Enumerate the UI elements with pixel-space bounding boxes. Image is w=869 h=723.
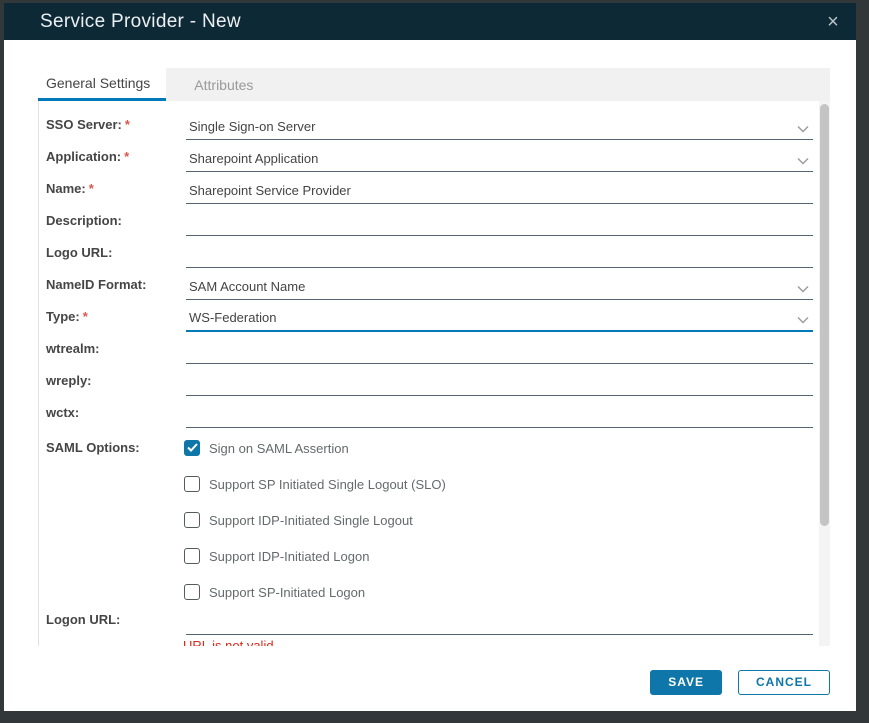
form-scroll-area: SSO Server:* Single Sign-on Server Appli…	[38, 101, 830, 646]
checkbox-checked	[184, 440, 200, 456]
checkbox-support-sp-initiated-logon[interactable]: Support SP-Initiated Logon	[184, 582, 365, 602]
field-label: Type:*	[46, 309, 88, 324]
chevron-down-icon	[797, 285, 809, 293]
chevron-down-icon	[797, 316, 809, 324]
wtrealm-input[interactable]	[186, 338, 813, 364]
dialog-title: Service Provider - New	[40, 11, 241, 33]
field-label: NameID Format:	[46, 277, 149, 292]
field-label: Name:*	[46, 181, 94, 196]
checkbox-unchecked	[184, 548, 200, 564]
field-label: Description:	[46, 213, 125, 228]
dialog-footer: SAVE CANCEL	[4, 669, 830, 695]
checkbox-unchecked	[184, 476, 200, 492]
form-row-wctx: wctx:	[39, 402, 830, 430]
tab-label: General Settings	[46, 75, 150, 91]
checkbox-support-idp-initiated-logon[interactable]: Support IDP-Initiated Logon	[184, 546, 369, 566]
logon-url-error-text: URL is not valid	[183, 638, 274, 646]
tab-label: Attributes	[194, 77, 253, 93]
checkbox-unchecked	[184, 584, 200, 600]
save-button[interactable]: SAVE	[650, 670, 722, 695]
required-asterisk: *	[89, 181, 94, 196]
form-row-description: Description:	[39, 210, 830, 238]
dialog-header: Service Provider - New ×	[4, 3, 856, 40]
logon-url-input[interactable]	[186, 609, 813, 635]
nameid-format-select[interactable]: SAM Account Name	[186, 274, 813, 300]
form-row-name: Name:* Sharepoint Service Provider	[39, 178, 830, 206]
chevron-down-icon	[797, 125, 809, 133]
checkbox-unchecked	[184, 512, 200, 528]
required-asterisk: *	[124, 149, 129, 164]
form-row-wreply: wreply:	[39, 370, 830, 398]
wreply-input[interactable]	[186, 370, 813, 396]
tab-bar: General Settings Attributes	[38, 68, 830, 101]
saml-options-label: SAML Options:	[46, 440, 140, 455]
form-row-nameid-format: NameID Format: SAM Account Name	[39, 274, 830, 302]
form-row-sso-server: SSO Server:* Single Sign-on Server	[39, 114, 830, 142]
tab-attributes[interactable]: Attributes	[180, 68, 267, 101]
form-row-logo-url: Logo URL:	[39, 242, 830, 270]
form-row-application: Application:* Sharepoint Application	[39, 146, 830, 174]
tab-general-settings[interactable]: General Settings	[38, 68, 166, 101]
required-asterisk: *	[83, 309, 88, 324]
checkbox-support-sp-initiated-slo[interactable]: Support SP Initiated Single Logout (SLO)	[184, 474, 446, 494]
description-input[interactable]	[186, 210, 813, 236]
form-row-wtrealm: wtrealm:	[39, 338, 830, 366]
application-select[interactable]: Sharepoint Application	[186, 146, 813, 172]
cancel-button[interactable]: CANCEL	[738, 670, 830, 695]
field-label: wtrealm:	[46, 341, 102, 356]
form-row-logon-url: Logon URL:	[39, 609, 830, 637]
field-label: Logo URL:	[46, 245, 115, 260]
checkbox-sign-on-saml-assertion[interactable]: Sign on SAML Assertion	[184, 438, 349, 458]
field-label: wreply:	[46, 373, 95, 388]
checkbox-support-idp-initiated-single-logout[interactable]: Support IDP-Initiated Single Logout	[184, 510, 413, 530]
checkmark-icon	[187, 439, 198, 457]
service-provider-dialog: Service Provider - New × General Setting…	[4, 3, 856, 711]
close-icon[interactable]: ×	[820, 9, 846, 35]
field-label: Logon URL:	[46, 612, 120, 627]
field-label: Application:*	[46, 149, 129, 164]
logo-url-input[interactable]	[186, 242, 813, 268]
vertical-scrollbar[interactable]	[819, 101, 830, 646]
type-select[interactable]: WS-Federation	[186, 306, 813, 332]
wctx-input[interactable]	[186, 402, 813, 428]
name-input[interactable]: Sharepoint Service Provider	[186, 178, 813, 204]
required-asterisk: *	[125, 117, 130, 132]
field-label: SSO Server:*	[46, 117, 130, 132]
sso-server-select[interactable]: Single Sign-on Server	[186, 114, 813, 140]
chevron-down-icon	[797, 157, 809, 165]
field-label: wctx:	[46, 405, 82, 420]
scrollbar-thumb[interactable]	[820, 104, 829, 526]
form-row-type: Type:* WS-Federation	[39, 306, 830, 334]
